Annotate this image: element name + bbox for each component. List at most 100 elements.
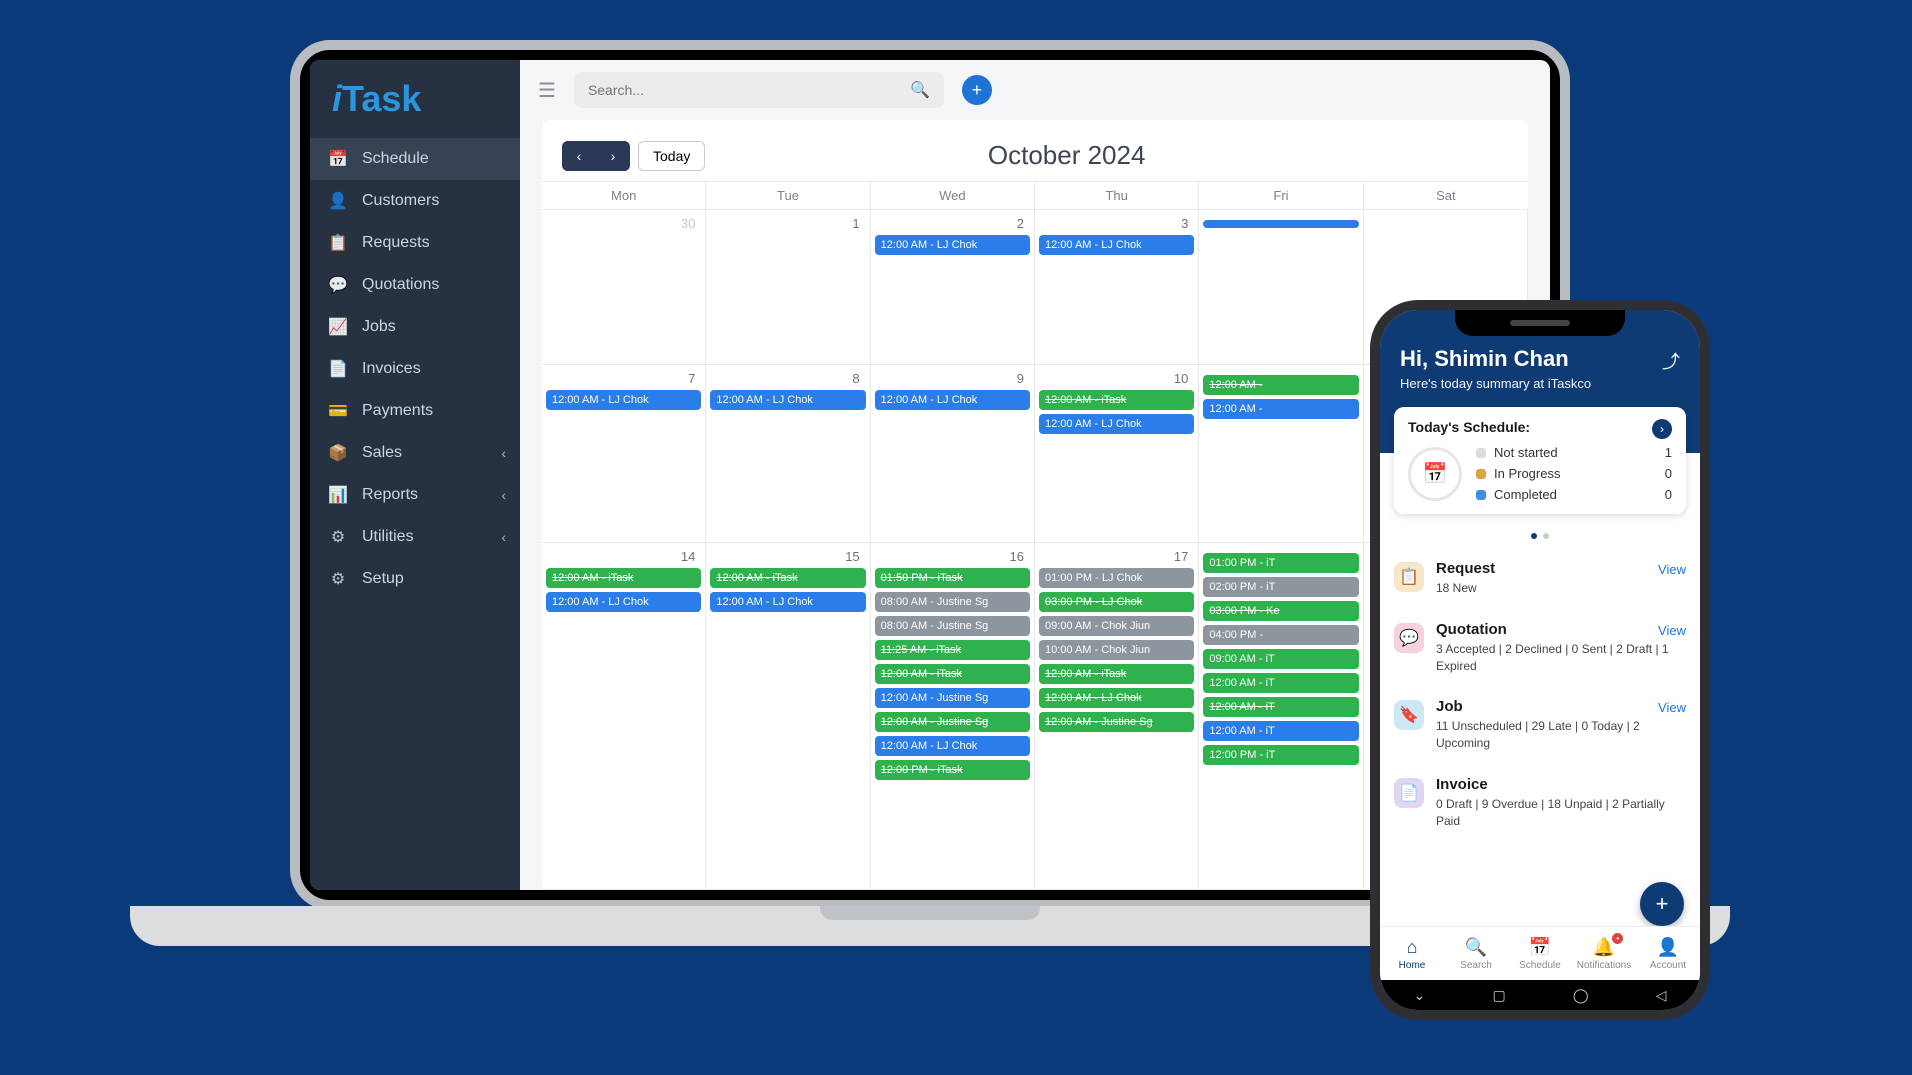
calendar-event[interactable]: 03:00 PM - Ke <box>1203 601 1358 621</box>
summary-list: 📋Request18 NewView💬Quotation3 Accepted |… <box>1380 548 1700 902</box>
sidebar-item-utilities[interactable]: ⚙Utilities‹ <box>310 516 520 558</box>
summary-title: Invoice <box>1436 776 1686 793</box>
sidebar-item-schedule[interactable]: 📅Schedule <box>310 138 520 180</box>
calendar-event[interactable]: 01:50 PM - iTask <box>875 568 1030 588</box>
tab-home[interactable]: ⌂Home <box>1380 927 1444 980</box>
nav-back-icon[interactable]: ◁ <box>1656 987 1667 1004</box>
calendar-event[interactable]: 12:00 AM - <box>1203 399 1358 419</box>
weekday-fri: Fri <box>1199 182 1363 209</box>
nav-down-icon[interactable]: ⌄ <box>1414 987 1426 1004</box>
calendar-event[interactable]: 12:00 AM - iT <box>1203 697 1358 717</box>
calendar-event[interactable]: 12:00 AM - LJ Chok <box>875 736 1030 756</box>
summary-item-job[interactable]: 🔖Job11 Unscheduled | 29 Late | 0 Today |… <box>1394 686 1686 764</box>
summary-item-request[interactable]: 📋Request18 NewView <box>1394 548 1686 609</box>
sidebar-item-sales[interactable]: 📦Sales‹ <box>310 432 520 474</box>
calendar-event[interactable]: 12:00 AM - <box>1203 375 1358 395</box>
calendar-cell[interactable]: 1012:00 AM - iTask12:00 AM - LJ Chok <box>1035 365 1199 544</box>
prev-month-button[interactable]: ‹ <box>562 141 596 171</box>
calendar-cell[interactable]: 1601:50 PM - iTask08:00 AM - Justine Sg0… <box>871 543 1035 890</box>
nav-icon: 💬 <box>328 275 348 295</box>
calendar-cell[interactable]: 1512:00 AM - iTask12:00 AM - LJ Chok <box>706 543 870 890</box>
calendar-event[interactable]: 12:00 AM - iTask <box>1039 664 1194 684</box>
calendar-event[interactable]: 01:00 PM - LJ Chok <box>1039 568 1194 588</box>
fab-add-button[interactable]: + <box>1640 882 1684 926</box>
calendar-event[interactable] <box>1203 220 1358 228</box>
sidebar-item-invoices[interactable]: 📄Invoices <box>310 348 520 390</box>
calendar-event[interactable]: 12:00 AM - iT <box>1203 673 1358 693</box>
calendar-event[interactable]: 12:00 AM - Justine Sg <box>1039 712 1194 732</box>
calendar-event[interactable]: 12:00 AM - LJ Chok <box>546 390 701 410</box>
calendar-event[interactable]: 10:00 AM - Chok Jiun <box>1039 640 1194 660</box>
next-month-button[interactable]: › <box>596 141 630 171</box>
calendar-event[interactable]: 12:00 AM - LJ Chok <box>546 592 701 612</box>
tab-account[interactable]: 👤Account <box>1636 927 1700 980</box>
calendar-event[interactable]: 12:00 PM - iT <box>1203 745 1358 765</box>
sidebar-item-customers[interactable]: 👤Customers <box>310 180 520 222</box>
calendar-cell[interactable] <box>1199 210 1363 365</box>
nav-home-icon[interactable]: ◯ <box>1573 987 1589 1004</box>
calendar-event[interactable]: 12:00 AM - iTask <box>1039 390 1194 410</box>
view-link[interactable]: View <box>1658 562 1686 577</box>
sidebar-item-jobs[interactable]: 📈Jobs <box>310 306 520 348</box>
search-input[interactable] <box>588 82 910 98</box>
tab-notifications[interactable]: 🔔•Notifications <box>1572 927 1636 980</box>
calendar-event[interactable]: 12:00 AM - LJ Chok <box>1039 688 1194 708</box>
sidebar-item-requests[interactable]: 📋Requests <box>310 222 520 264</box>
calendar-event[interactable]: 03:00 PM - LJ Chok <box>1039 592 1194 612</box>
calendar-event[interactable]: 12:00 AM - iT <box>1203 721 1358 741</box>
tab-search[interactable]: 🔍Search <box>1444 927 1508 980</box>
summary-item-invoice[interactable]: 📄Invoice0 Draft | 9 Overdue | 18 Unpaid … <box>1394 764 1686 842</box>
calendar-event[interactable]: 12:00 AM - Justine Sg <box>875 688 1030 708</box>
calendar-event[interactable]: 12:00 AM - iTask <box>710 568 865 588</box>
share-icon[interactable]: ⤴ <box>1662 348 1680 374</box>
summary-item-quotation[interactable]: 💬Quotation3 Accepted | 2 Declined | 0 Se… <box>1394 609 1686 687</box>
summary-icon: 💬 <box>1394 623 1424 653</box>
sidebar-item-quotations[interactable]: 💬Quotations <box>310 264 520 306</box>
view-link[interactable]: View <box>1658 623 1686 638</box>
sidebar-item-setup[interactable]: ⚙Setup <box>310 558 520 600</box>
calendar-event[interactable]: 12:00 AM - LJ Chok <box>1039 235 1194 255</box>
calendar-event[interactable]: 04:00 PM - <box>1203 625 1358 645</box>
calendar-cell[interactable]: 30 <box>542 210 706 365</box>
calendar-event[interactable]: 01:00 PM - iT <box>1203 553 1358 573</box>
calendar-event[interactable]: 08:00 AM - Justine Sg <box>875 616 1030 636</box>
calendar-event[interactable]: 12:00 AM - LJ Chok <box>875 390 1030 410</box>
add-button[interactable]: + <box>962 75 992 105</box>
calendar-event[interactable]: 09:00 AM - Chok Jiun <box>1039 616 1194 636</box>
calendar-event[interactable]: 08:00 AM - Justine Sg <box>875 592 1030 612</box>
calendar-event[interactable]: 12:00 AM - LJ Chok <box>1039 414 1194 434</box>
calendar-event[interactable]: 12:00 AM - iTask <box>546 568 701 588</box>
calendar-event[interactable]: 09:00 AM - iT <box>1203 649 1358 669</box>
calendar-event[interactable]: 12:00 AM - LJ Chok <box>710 390 865 410</box>
calendar-cell[interactable]: 912:00 AM - LJ Chok <box>871 365 1035 544</box>
nav-icon: 📄 <box>328 359 348 379</box>
nav-recent-icon[interactable]: ▢ <box>1492 987 1505 1004</box>
calendar-cell[interactable]: 212:00 AM - LJ Chok <box>871 210 1035 365</box>
calendar-event[interactable]: 02:00 PM - iT <box>1203 577 1358 597</box>
calendar-event[interactable]: 11:25 AM - iTask <box>875 640 1030 660</box>
summary-title: Request <box>1436 560 1686 577</box>
calendar-event[interactable]: 12:00 AM - iTask <box>875 664 1030 684</box>
calendar-cell[interactable]: 12:00 AM - 12:00 AM - <box>1199 365 1363 544</box>
calendar-cell[interactable]: 312:00 AM - LJ Chok <box>1035 210 1199 365</box>
legend-row: In Progress0 <box>1476 466 1672 481</box>
calendar-event[interactable]: 12:00 AM - LJ Chok <box>875 235 1030 255</box>
calendar-event[interactable]: 12:00 PM - iTask <box>875 760 1030 780</box>
search-box[interactable]: 🔍 <box>574 72 944 108</box>
hamburger-icon[interactable]: ☰ <box>538 78 556 103</box>
calendar-event[interactable]: 12:00 AM - LJ Chok <box>710 592 865 612</box>
calendar-cell[interactable]: 01:00 PM - iT 02:00 PM - iT 03:00 PM - Ke 0… <box>1199 543 1363 890</box>
calendar-cell[interactable]: 1412:00 AM - iTask12:00 AM - LJ Chok <box>542 543 706 890</box>
calendar-cell[interactable]: 1701:00 PM - LJ Chok03:00 PM - LJ Chok09… <box>1035 543 1199 890</box>
calendar-cell[interactable]: 712:00 AM - LJ Chok <box>542 365 706 544</box>
sidebar-item-payments[interactable]: 💳Payments <box>310 390 520 432</box>
schedule-open-icon[interactable]: › <box>1652 419 1672 439</box>
calendar-event[interactable]: 12:00 AM - Justine Sg <box>875 712 1030 732</box>
calendar-cell[interactable]: 1 <box>706 210 870 365</box>
calendar-header: ‹ › Today October 2024 <box>542 120 1528 181</box>
tab-schedule[interactable]: 📅Schedule <box>1508 927 1572 980</box>
weekday-thu: Thu <box>1035 182 1199 209</box>
view-link[interactable]: View <box>1658 700 1686 715</box>
sidebar-item-reports[interactable]: 📊Reports‹ <box>310 474 520 516</box>
calendar-cell[interactable]: 812:00 AM - LJ Chok <box>706 365 870 544</box>
